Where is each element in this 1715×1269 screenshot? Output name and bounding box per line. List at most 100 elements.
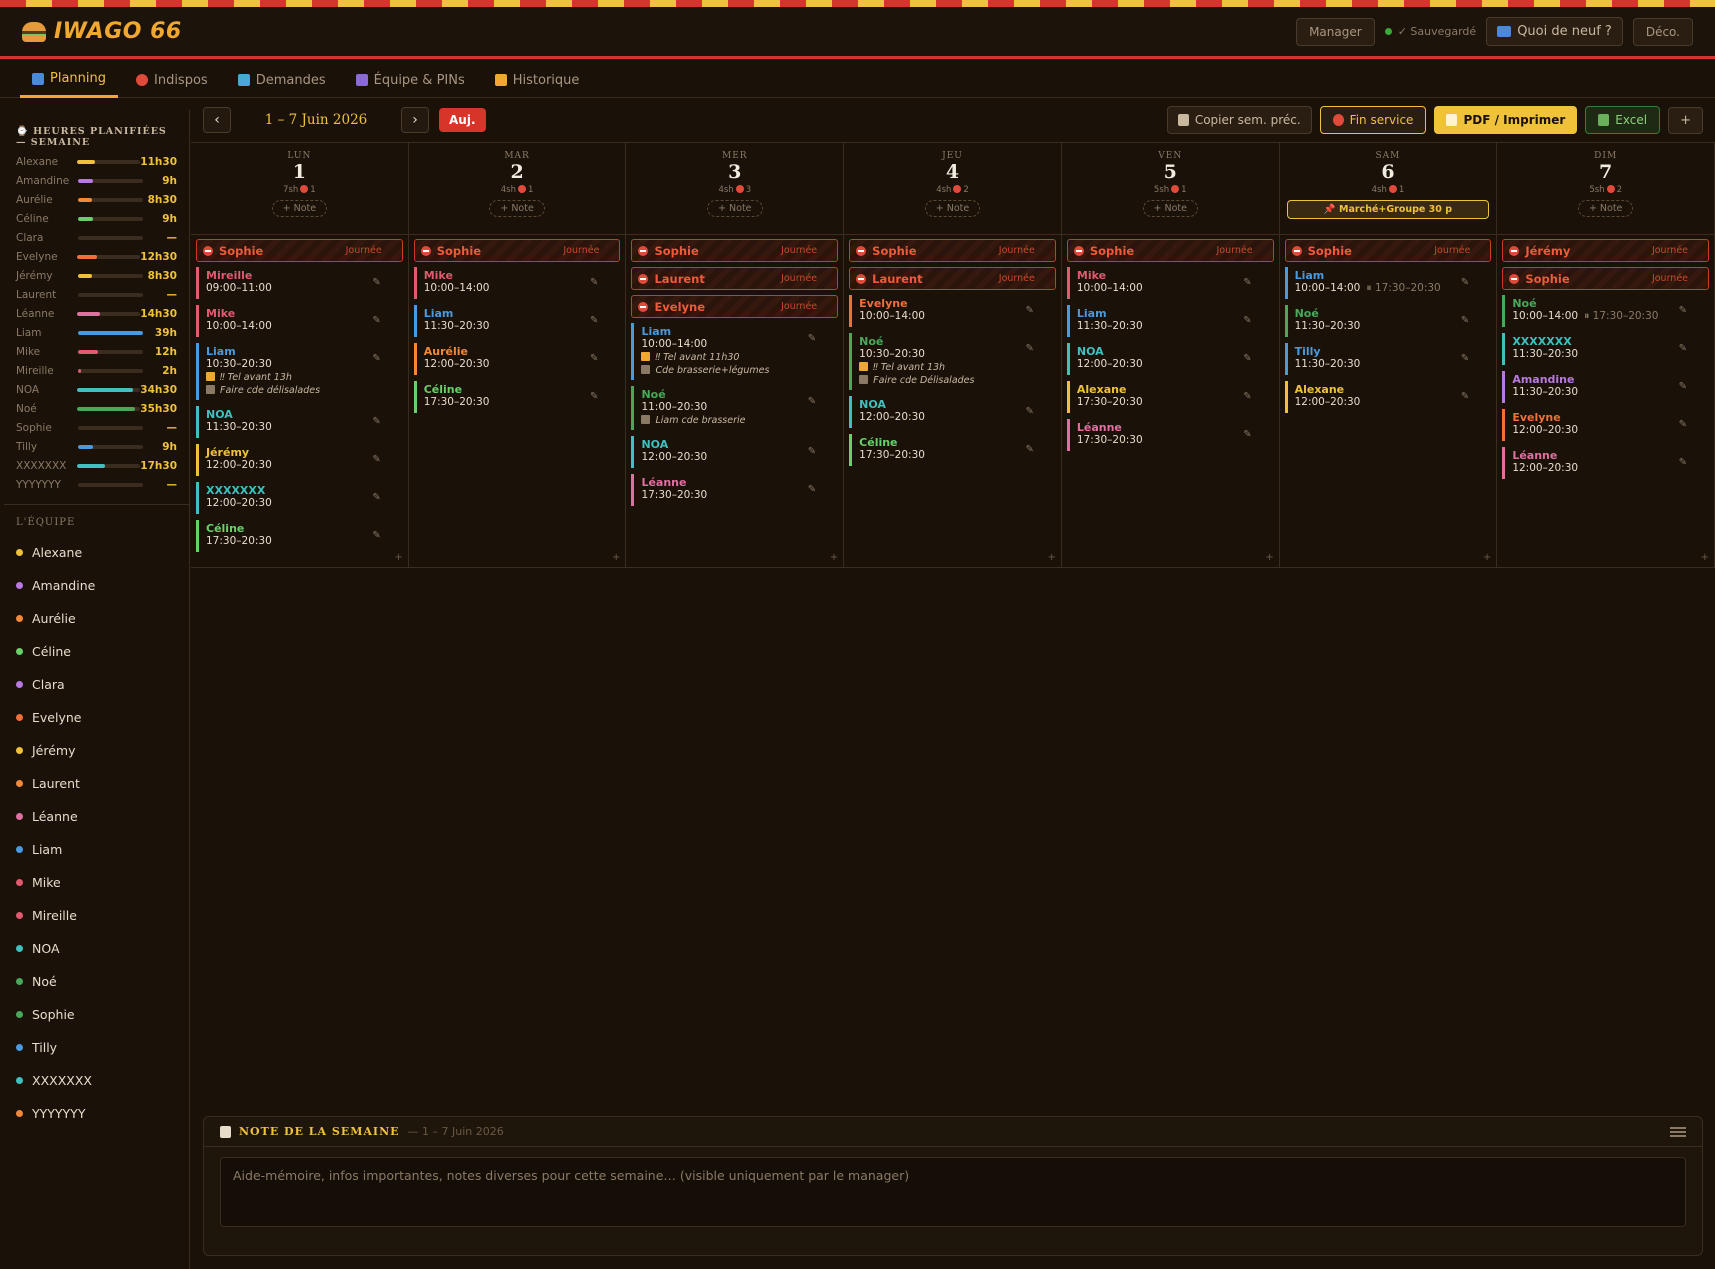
team-member[interactable]: NOA xyxy=(4,932,189,965)
shift-card[interactable]: Céline 17:30–20:30 ✎ xyxy=(849,434,1056,466)
pencil-icon[interactable]: ✎ xyxy=(1679,343,1687,354)
end-service-button[interactable]: Fin service xyxy=(1319,106,1427,134)
pencil-icon[interactable]: ✎ xyxy=(1243,429,1251,440)
absence-row[interactable]: Sophie Journée xyxy=(849,239,1056,262)
team-member[interactable]: Noé xyxy=(4,965,189,998)
team-member[interactable]: Jérémy xyxy=(4,734,189,767)
pdf-print-button[interactable]: PDF / Imprimer xyxy=(1434,106,1578,134)
shift-card[interactable]: Evelyne 12:00–20:30 ✎ xyxy=(1502,409,1709,441)
pencil-icon[interactable]: ✎ xyxy=(1025,444,1033,455)
prev-week-button[interactable]: ‹ xyxy=(203,107,231,133)
team-member[interactable]: Evelyne xyxy=(4,701,189,734)
add-note-button[interactable]: + Note xyxy=(271,200,328,217)
pencil-icon[interactable]: ✎ xyxy=(1461,391,1469,402)
shift-card[interactable]: Jérémy 12:00–20:30 ✎ xyxy=(196,444,403,476)
shift-card[interactable]: Léanne 17:30–20:30 ✎ xyxy=(1066,419,1274,451)
shift-card[interactable]: Evelyne 10:00–14:00 ✎ xyxy=(849,295,1056,327)
shift-card[interactable]: Noé 10:30–20:30 ‼ Tel avant 13h Faire cde D… xyxy=(849,333,1056,390)
shift-card[interactable]: Léanne 17:30–20:30 ✎ xyxy=(631,474,838,506)
add-shift-icon[interactable]: + xyxy=(1047,552,1055,563)
pencil-icon[interactable]: ✎ xyxy=(1243,277,1251,288)
pencil-icon[interactable]: ✎ xyxy=(1025,406,1033,417)
pencil-icon[interactable]: ✎ xyxy=(1243,353,1251,364)
pencil-icon[interactable]: ✎ xyxy=(1461,315,1469,326)
shift-card[interactable]: Céline 17:30–20:30 ✎ xyxy=(196,520,403,552)
shift-card[interactable]: Liam 11:30–20:30 ✎ xyxy=(1066,305,1274,337)
add-note-button[interactable]: + Note xyxy=(707,200,763,217)
team-member[interactable]: Laurent xyxy=(4,767,189,800)
add-note-button[interactable]: + Note xyxy=(1142,200,1198,217)
pencil-icon[interactable]: ✎ xyxy=(1679,381,1687,392)
tab-planning[interactable]: Planning xyxy=(20,62,118,98)
shift-card[interactable]: Amandine 11:30–20:30 ✎ xyxy=(1502,371,1709,403)
pencil-icon[interactable]: ✎ xyxy=(1461,277,1469,288)
tab-historique[interactable]: Historique xyxy=(483,62,592,98)
absence-row[interactable]: Laurent Journée xyxy=(849,267,1056,290)
menu-icon[interactable] xyxy=(1670,1126,1686,1137)
pencil-icon[interactable]: ✎ xyxy=(590,315,598,326)
shift-card[interactable]: Tilly 11:30–20:30 ✎ xyxy=(1284,343,1492,375)
shift-card[interactable]: Liam 10:30–20:30 ‼ Tel avant 13h Faire cde … xyxy=(196,343,403,400)
pencil-icon[interactable]: ✎ xyxy=(1025,343,1033,354)
team-member[interactable]: Tilly xyxy=(4,1031,189,1064)
add-shift-icon[interactable]: + xyxy=(1265,552,1273,563)
news-button[interactable]: Quoi de neuf ? xyxy=(1486,17,1623,46)
shift-card[interactable]: Liam 11:30–20:30 ✎ xyxy=(413,305,621,337)
shift-card[interactable]: Aurélie 12:00–20:30 ✎ xyxy=(413,343,621,375)
pencil-icon[interactable]: ✎ xyxy=(808,446,816,457)
team-member[interactable]: Mireille xyxy=(4,899,189,932)
add-shift-icon[interactable]: + xyxy=(394,552,402,563)
today-button[interactable]: Auj. xyxy=(439,108,486,132)
team-member[interactable]: Clara xyxy=(4,668,189,701)
pencil-icon[interactable]: ✎ xyxy=(1679,419,1687,430)
shift-card[interactable]: Alexane 12:00–20:30 ✎ xyxy=(1284,381,1492,413)
absence-row[interactable]: Laurent Journée xyxy=(631,267,839,290)
pencil-icon[interactable]: ✎ xyxy=(590,391,598,402)
team-member[interactable]: Alexane xyxy=(4,536,189,569)
pencil-icon[interactable]: ✎ xyxy=(808,484,816,495)
pencil-icon[interactable]: ✎ xyxy=(808,333,816,344)
shift-card[interactable]: NOA 11:30–20:30 ✎ xyxy=(196,406,403,438)
add-note-button[interactable]: + Note xyxy=(924,200,981,217)
team-member[interactable]: Liam xyxy=(4,833,189,866)
absence-row[interactable]: Sophie Journée xyxy=(196,239,403,262)
absence-row[interactable]: Evelyne Journée xyxy=(631,295,839,318)
pencil-icon[interactable]: ✎ xyxy=(372,277,380,288)
pencil-icon[interactable]: ✎ xyxy=(590,277,598,288)
add-shift-icon[interactable]: + xyxy=(830,552,838,563)
pencil-icon[interactable]: ✎ xyxy=(1679,305,1687,316)
add-shift-icon[interactable]: + xyxy=(612,552,620,563)
absence-row[interactable]: Sophie Journée xyxy=(631,239,839,262)
shift-card[interactable]: Mike 10:00–14:00 ✎ xyxy=(196,305,403,337)
team-member[interactable]: Céline xyxy=(4,635,189,668)
pencil-icon[interactable]: ✎ xyxy=(808,396,816,407)
pencil-icon[interactable]: ✎ xyxy=(1025,305,1033,316)
day-event-badge[interactable]: 📌 Marché+Groupe 30 p xyxy=(1286,200,1489,219)
shift-card[interactable]: Noé 10:00–14:00 ⏸ 17:30–20:30 ✎ xyxy=(1502,295,1709,327)
pencil-icon[interactable]: ✎ xyxy=(372,454,380,465)
shift-card[interactable]: Liam 10:00–14:00 ‼ Tel avant 11h30 Cde bras… xyxy=(631,323,838,380)
shift-card[interactable]: Noé 11:30–20:30 ✎ xyxy=(1284,305,1492,337)
team-member[interactable]: Aurélie xyxy=(4,602,189,635)
shift-card[interactable]: Mireille 09:00–11:00 ✎ xyxy=(196,267,403,299)
team-member[interactable]: XXXXXXX xyxy=(4,1064,189,1097)
absence-row[interactable]: Jérémy Journée xyxy=(1502,239,1710,262)
pencil-icon[interactable]: ✎ xyxy=(372,530,380,541)
add-note-button[interactable]: + Note xyxy=(489,200,545,217)
absence-row[interactable]: Sophie Journée xyxy=(413,239,621,262)
shift-card[interactable]: Léanne 12:00–20:30 ✎ xyxy=(1502,447,1709,479)
excel-button[interactable]: Excel xyxy=(1585,106,1661,134)
team-member[interactable]: Amandine xyxy=(4,569,189,602)
shift-card[interactable]: Mike 10:00–14:00 ✎ xyxy=(413,267,621,299)
add-shift-icon[interactable]: + xyxy=(1701,552,1709,563)
tab-indispos[interactable]: Indispos xyxy=(124,62,220,98)
team-member[interactable]: Sophie xyxy=(4,998,189,1031)
pencil-icon[interactable]: ✎ xyxy=(590,353,598,364)
absence-row[interactable]: Sophie Journée xyxy=(1502,267,1710,290)
next-week-button[interactable]: › xyxy=(401,107,429,133)
tab--quipe-pins[interactable]: Équipe & PINs xyxy=(344,62,477,98)
shift-card[interactable]: NOA 12:00–20:30 ✎ xyxy=(849,396,1056,428)
pencil-icon[interactable]: ✎ xyxy=(1461,353,1469,364)
week-note-input[interactable]: Aide-mémoire, infos importantes, notes d… xyxy=(220,1157,1686,1227)
absence-row[interactable]: Sophie Journée xyxy=(1066,239,1274,262)
